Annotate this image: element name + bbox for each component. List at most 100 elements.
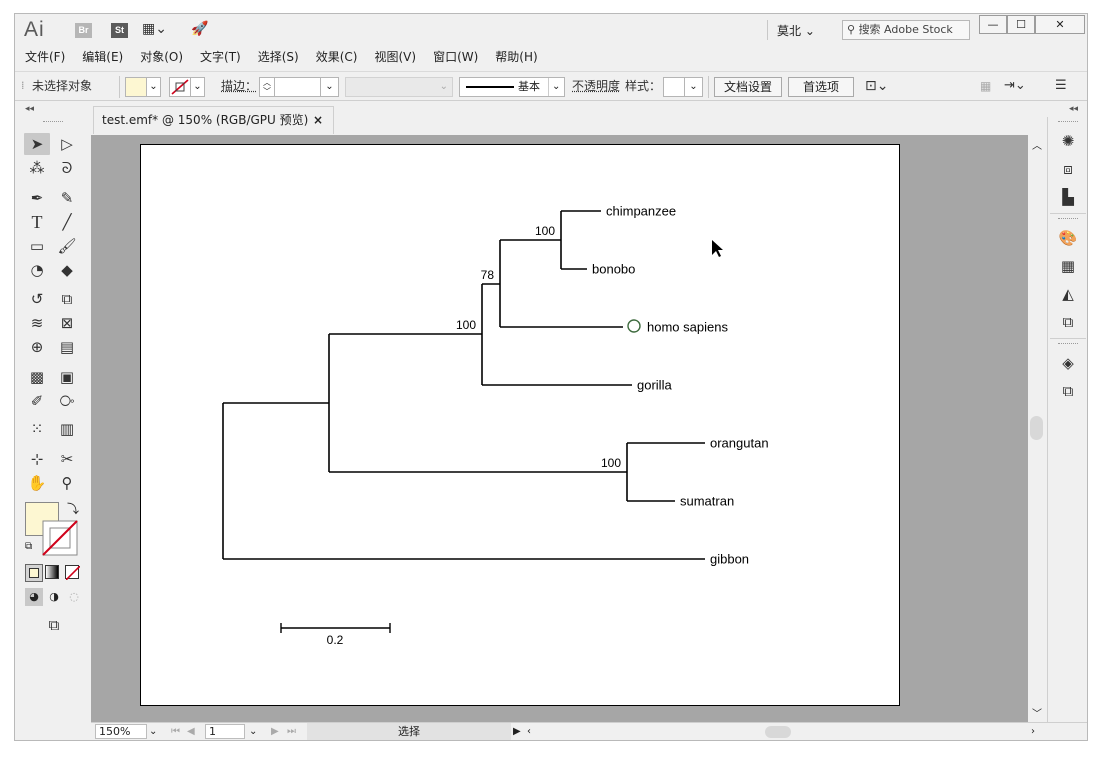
rotate-tool-icon[interactable]: ↺ [24, 288, 50, 310]
shape-builder-tool-icon[interactable]: ⊕ [24, 336, 50, 358]
color-panel-icon[interactable]: 🎨 [1057, 228, 1079, 248]
taxon-label-gorilla[interactable]: gorilla [637, 378, 672, 393]
gpu-performance-rocket-icon[interactable]: 🚀 [191, 21, 208, 37]
eyedropper-tool-icon[interactable]: ✐ [24, 390, 50, 412]
scroll-right-icon[interactable]: › [1031, 723, 1035, 740]
stroke-dropdown[interactable]: ⌄ [191, 77, 205, 97]
appearance-panel-icon[interactable]: ✺ [1057, 131, 1079, 151]
pen-tool-icon[interactable]: ✒ [24, 187, 50, 209]
slice-tool-icon[interactable]: ✂ [54, 448, 80, 470]
artboards-panel-icon[interactable]: ⧉ [1057, 312, 1079, 332]
screen-mode-icon[interactable]: ⧉ [41, 614, 67, 636]
graphic-style-swatch[interactable] [663, 77, 685, 97]
menu-view[interactable]: 视图(V) [374, 46, 416, 68]
draw-normal-icon[interactable]: ◕ [25, 588, 43, 606]
panel-menu-icon[interactable]: ☰ [1055, 72, 1067, 100]
perspective-grid-tool-icon[interactable]: ▤ [54, 336, 80, 358]
links-panel-icon[interactable]: ⧉ [1057, 381, 1079, 401]
scroll-down-icon[interactable]: ﹀ [1032, 705, 1042, 720]
panel-grip[interactable] [1058, 121, 1078, 123]
stroke-weight-input[interactable] [275, 77, 321, 97]
scroll-up-icon[interactable]: ︿ [1032, 137, 1042, 152]
current-tool-status[interactable]: 选择 [307, 723, 511, 740]
collapse-toolbar-icon[interactable]: ◂◂ [25, 104, 34, 114]
artboard-dropdown-icon[interactable]: ⌄ [249, 723, 257, 740]
scale-bar[interactable] [280, 623, 391, 633]
default-fill-stroke-icon[interactable]: ⧉ [25, 541, 32, 552]
collapse-panels-icon[interactable]: ◂◂ [1069, 104, 1078, 114]
isolate-icon[interactable]: ⇥⌄ [1004, 72, 1026, 100]
width-tool-icon[interactable]: ≋ [24, 312, 50, 334]
stroke-label[interactable]: 描边： [221, 72, 257, 100]
swap-fill-stroke-icon[interactable]: ⤵ [67, 500, 79, 517]
stroke-weight-stepper[interactable]: ︿ ﹀ [259, 77, 275, 97]
transform-panel-icon[interactable]: ⧈ [1057, 159, 1079, 179]
arrange-documents-icon[interactable]: ▦⌄ [142, 21, 167, 37]
support-value-hominini[interactable]: 78 [481, 268, 495, 282]
artboard-number-input[interactable]: 1 [205, 724, 245, 739]
taxon-label-chimpanzee[interactable]: chimpanzee [606, 204, 676, 219]
next-artboard-icon[interactable]: ▶ [271, 723, 279, 740]
status-menu-icon[interactable]: ▶ [513, 723, 521, 740]
swatches-panel-icon[interactable]: ▦ [1057, 256, 1079, 276]
symbol-sprayer-tool-icon[interactable]: ⁙ [24, 418, 50, 440]
zoom-level-input[interactable]: 150% [95, 724, 147, 739]
menu-select[interactable]: 选择(S) [258, 46, 299, 68]
draw-inside-icon[interactable]: ◌ [65, 588, 83, 606]
none-mode-button[interactable] [65, 565, 81, 581]
layers-panel-icon[interactable]: ◈ [1057, 353, 1079, 373]
curvature-tool-icon[interactable]: ✎ [54, 187, 80, 209]
hand-tool-icon[interactable]: ✋ [24, 472, 50, 494]
stock-button[interactable]: St [111, 23, 128, 38]
menu-effect[interactable]: 效果(C) [316, 46, 358, 68]
magic-wand-tool-icon[interactable]: ⁂ [24, 157, 50, 179]
vertical-scroll-thumb[interactable] [1030, 416, 1043, 440]
column-graph-tool-icon[interactable]: ▥ [54, 418, 80, 440]
gradient-panel-icon[interactable]: ◭ [1057, 284, 1079, 304]
stroke-swatch[interactable] [169, 77, 191, 97]
selection-tool-icon[interactable]: ➤ [24, 133, 50, 155]
highlight-marker-homo-sapiens[interactable] [627, 319, 641, 333]
stroke-color-box[interactable] [42, 520, 78, 556]
opacity-label[interactable]: 不透明度 [572, 72, 620, 100]
shaper-tool-icon[interactable]: ◔ [24, 259, 50, 281]
taxon-label-sumatran[interactable]: sumatran [680, 494, 734, 509]
align-options-icon[interactable]: ▦ [980, 72, 991, 100]
last-artboard-icon[interactable]: ⏭ [287, 723, 296, 740]
fill-swatch[interactable] [125, 77, 147, 97]
previous-artboard-icon[interactable]: ◀ [187, 723, 195, 740]
align-panel-icon[interactable]: ▙ [1057, 187, 1079, 207]
lasso-tool-icon[interactable]: ᘐ [54, 157, 80, 179]
preferences-button[interactable]: 首选项 [788, 77, 854, 97]
panel-grip[interactable] [1058, 218, 1078, 220]
zoom-tool-icon[interactable]: ⚲ [54, 472, 80, 494]
menu-type[interactable]: 文字(T) [200, 46, 241, 68]
panel-grip[interactable] [1058, 343, 1078, 345]
support-value-chimp-bonobo[interactable]: 100 [535, 224, 555, 238]
control-grip[interactable]: ⁞ [21, 72, 25, 100]
maximize-button[interactable]: ☐ [1007, 15, 1035, 34]
rectangle-tool-icon[interactable]: ▭ [24, 235, 50, 257]
menu-edit[interactable]: 编辑(E) [82, 46, 123, 68]
gradient-tool-icon[interactable]: ▣ [54, 366, 80, 388]
horizontal-scrollbar[interactable]: ‹ › [525, 723, 1045, 740]
transform-options-icon[interactable]: ⊡⌄ [865, 72, 888, 100]
taxon-label-gibbon[interactable]: gibbon [710, 552, 749, 567]
line-segment-tool-icon[interactable]: ╱ [54, 211, 80, 233]
scroll-left-icon[interactable]: ‹ [527, 723, 531, 740]
stock-search-input[interactable]: ⚲ 搜索 Adobe Stock [842, 20, 970, 40]
toolbar-grip[interactable] [43, 121, 63, 123]
type-tool-icon[interactable]: T [24, 211, 50, 233]
close-tab-icon[interactable]: × [313, 107, 323, 133]
taxon-label-bonobo[interactable]: bonobo [592, 262, 635, 277]
variable-width-profile[interactable]: ⌄ [345, 77, 453, 97]
menu-file[interactable]: 文件(F) [25, 46, 65, 68]
color-mode-button[interactable] [25, 564, 43, 582]
gradient-mode-button[interactable] [45, 565, 59, 579]
vertical-scrollbar[interactable]: ︿ ﹀ [1028, 135, 1045, 722]
artboard[interactable]: chimpanzee bonobo homo sapiens gorilla o… [140, 144, 900, 706]
fill-dropdown[interactable]: ⌄ [147, 77, 161, 97]
draw-behind-icon[interactable]: ◑ [45, 588, 63, 606]
brush-definition-dropdown[interactable]: 基本 ⌄ [459, 77, 565, 97]
bridge-button[interactable]: Br [75, 23, 92, 38]
